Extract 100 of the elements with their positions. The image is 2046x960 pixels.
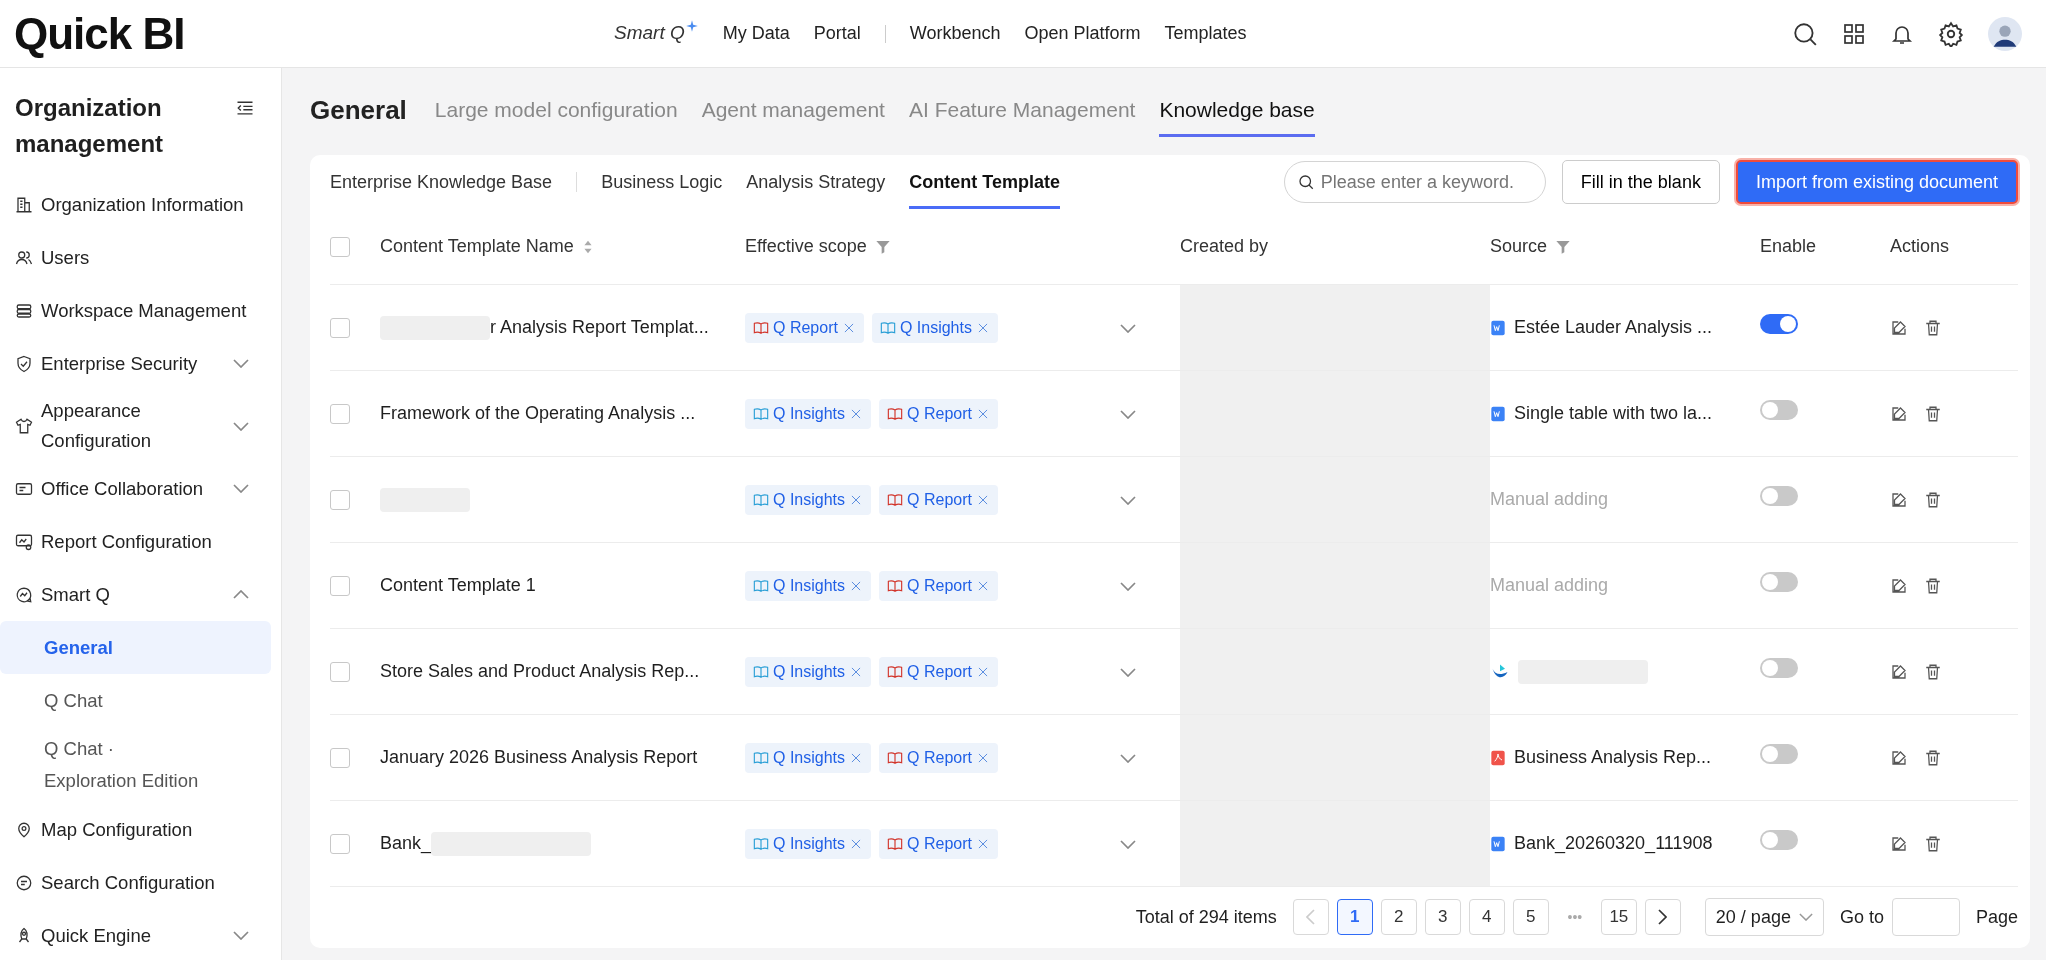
template-name: Framework of the Operating Analysis ... (380, 402, 696, 425)
sidebar-item[interactable]: Smart Q (0, 568, 271, 621)
edit-icon (1890, 662, 1908, 681)
users-icon (15, 248, 33, 267)
scope-tag: Q Insights (745, 484, 872, 515)
scope-tag: Q Report (879, 398, 998, 429)
trash-icon (1924, 748, 1942, 767)
page-title[interactable]: General (310, 90, 407, 133)
sidebar-item[interactable]: Quick Engine (0, 909, 271, 960)
checkbox[interactable] (330, 489, 350, 510)
search-icon (1296, 173, 1315, 191)
scope-tag: Q Report (879, 570, 998, 601)
nav-link[interactable]: Portal (813, 20, 861, 47)
toggle-switch[interactable] (1760, 399, 1798, 420)
checkbox[interactable] (330, 403, 350, 424)
nav-link[interactable]: My Data (722, 20, 790, 47)
shirt-icon (15, 417, 33, 435)
toggle-switch[interactable] (1760, 571, 1798, 592)
subtab[interactable]: Content Template (909, 155, 1060, 209)
trash-icon (1924, 490, 1942, 509)
tab[interactable]: Knowledge base (1159, 86, 1315, 137)
subtab[interactable]: Enterprise Knowledge Base (330, 155, 553, 209)
grid-icon (1842, 21, 1866, 46)
column-header: Effective scope (745, 235, 867, 258)
scope-tag: Q Insights (745, 742, 872, 773)
next-page-button[interactable] (1644, 899, 1681, 935)
checkbox[interactable] (330, 236, 350, 257)
checkbox[interactable] (330, 575, 350, 596)
report-book-icon (887, 405, 904, 422)
page-button[interactable]: 15 (1600, 899, 1637, 935)
page-button[interactable]: 4 (1468, 899, 1505, 935)
subtab[interactable]: Business Logic (601, 155, 723, 209)
sidebar-item[interactable]: Map Configuration (0, 803, 271, 856)
page-input[interactable] (1891, 898, 1960, 936)
column-header: Source (1490, 235, 1548, 258)
edit-icon (1890, 318, 1908, 337)
trash-icon (1924, 662, 1942, 681)
chevron-down-icon (1120, 839, 1136, 849)
scope-tag: Q Report (879, 742, 998, 773)
scope-tag: Q Insights (745, 570, 872, 601)
chevron-down-icon (1120, 495, 1136, 505)
toggle-switch[interactable] (1760, 485, 1798, 506)
sidebar-title: Organization management (14, 93, 165, 159)
pdf-icon (1490, 748, 1506, 767)
report-book-icon (887, 663, 904, 680)
insights-book-icon (753, 405, 769, 422)
toggle-switch[interactable] (1760, 829, 1798, 850)
nav-link[interactable]: Workbench (909, 20, 1001, 47)
sidebar-item[interactable]: Users (0, 231, 271, 284)
sidebar-subitem[interactable]: Q Chat · Exploration Edition (0, 727, 271, 803)
report-book-icon (753, 319, 769, 336)
source-name: Manual adding (1490, 488, 1609, 511)
page-size-select[interactable]: 20 / page (1704, 898, 1824, 936)
sidebar-item[interactable]: Enterprise Security (0, 337, 271, 390)
previous-page-button[interactable] (1292, 899, 1329, 935)
chevron-down-icon (1120, 409, 1136, 419)
map-pin-icon (15, 820, 33, 839)
sidebar-item[interactable]: Office Collaboration (0, 462, 271, 515)
toggle-switch[interactable] (1760, 657, 1798, 678)
import-button[interactable]: Import from existing document (1735, 160, 2018, 204)
template-name: January 2026 Business Analysis Report (380, 746, 698, 769)
search-field[interactable]: Please enter a keyword. (1283, 161, 1546, 203)
insights-book-icon (753, 749, 769, 766)
page-button[interactable]: 2 (1380, 899, 1417, 935)
insights-book-icon (753, 491, 769, 508)
fill-blank-button[interactable]: Fill in the blank (1561, 160, 1720, 204)
scope-tag: Q Insights (745, 398, 872, 429)
smart-q-logo[interactable]: Smart Q (614, 19, 685, 48)
scope-tag: Q Report (745, 312, 864, 343)
report-book-icon (887, 491, 904, 508)
trash-icon (1924, 576, 1942, 595)
source-name: Estée Lauder Analysis ... (1514, 316, 1713, 339)
page-button[interactable]: 1 (1336, 899, 1373, 935)
toggle-switch[interactable] (1760, 313, 1798, 334)
subtab[interactable]: Analysis Strategy (746, 155, 886, 209)
page-button[interactable]: 5 (1512, 899, 1549, 935)
sidebar-item[interactable]: Search Configuration (0, 856, 271, 909)
sidebar-subitem[interactable]: Q Chat (0, 674, 271, 727)
edit-icon (1890, 576, 1908, 595)
sidebar-item[interactable]: Report Configuration (0, 515, 271, 568)
source-name: Single table with two la... (1514, 402, 1713, 425)
source-name: Business Analysis Rep... (1514, 746, 1712, 769)
nav-link[interactable]: Open Platform (1024, 20, 1141, 47)
sidebar-item[interactable]: Appearance Configuration (0, 390, 271, 462)
sidebar-subitem[interactable]: General (0, 621, 271, 674)
checkbox[interactable] (330, 833, 350, 854)
nav-link[interactable]: Templates (1164, 20, 1247, 47)
chevron-right-icon (1658, 909, 1668, 925)
checkbox[interactable] (330, 747, 350, 768)
page-button[interactable]: 3 (1424, 899, 1461, 935)
toggle-switch[interactable] (1760, 743, 1798, 764)
search-chat-icon (15, 873, 33, 892)
sidebar-item[interactable]: Workspace Management (0, 284, 271, 337)
sidebar-item[interactable]: Organization Information (0, 178, 271, 231)
checkbox[interactable] (330, 661, 350, 682)
column-header: Actions (1890, 235, 1950, 258)
source-name: Manual adding (1490, 574, 1609, 597)
checkbox[interactable] (330, 317, 350, 338)
trash-icon (1924, 834, 1942, 853)
edit-icon (1890, 748, 1908, 767)
